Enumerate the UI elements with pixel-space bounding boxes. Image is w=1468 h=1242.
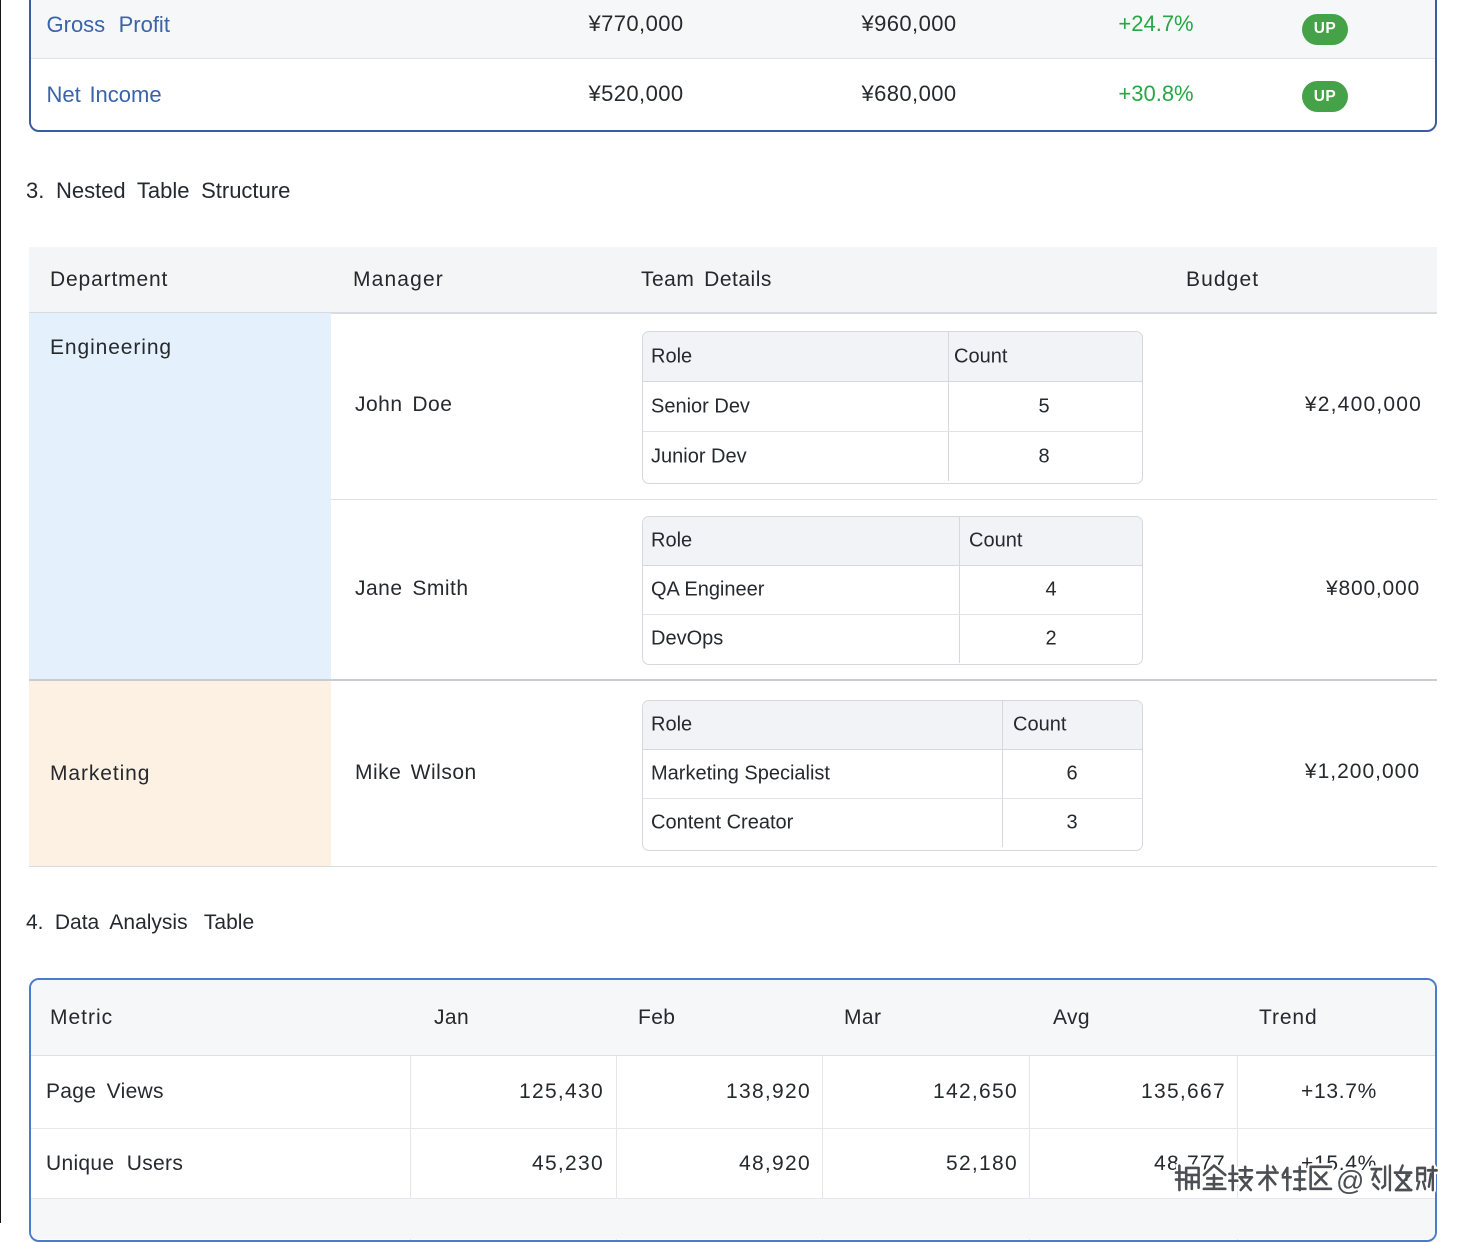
svg-text:@: @ — [1336, 1165, 1364, 1196]
